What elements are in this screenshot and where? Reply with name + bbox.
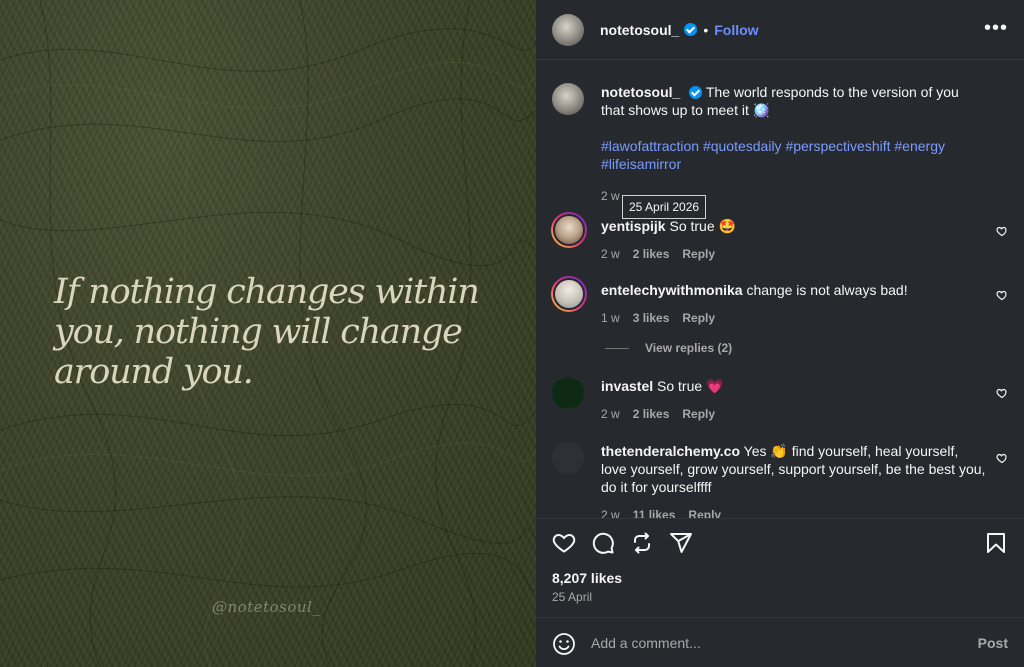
comment-text: So true 💗 [657, 378, 724, 394]
verified-badge-icon [684, 23, 698, 36]
comment-age[interactable]: 2 w [601, 508, 620, 518]
emoji-icon[interactable] [552, 632, 576, 656]
comment-likes[interactable]: 3 likes [633, 311, 670, 325]
post-comment-button[interactable]: Post [978, 635, 1008, 651]
post-date[interactable]: 25 April [552, 590, 592, 604]
comment-username[interactable]: thetenderalchemy.co [601, 443, 740, 459]
comment-likes[interactable]: 11 likes [633, 508, 676, 518]
comment-item: yentispijk So true 🤩 2 w 2 likes Reply [551, 212, 1008, 263]
caption-hashtags[interactable]: #lawofattraction #quotesdaily #perspecti… [601, 137, 986, 173]
like-comment-heart-icon[interactable] [996, 387, 1008, 399]
date-tooltip: 25 April 2026 [622, 195, 707, 219]
view-replies-button[interactable]: View replies (2) [605, 341, 732, 355]
post-header: notetosoul_ • Follow ••• [536, 0, 1024, 60]
comment-item: thetenderalchemy.co Yes 👏 find yourself,… [552, 442, 1008, 518]
comment-age[interactable]: 1 w [601, 311, 620, 325]
comment-item: invastel So true 💗 2 w 2 likes Reply [552, 377, 1008, 427]
post-image[interactable]: If nothing changes within you, nothing w… [0, 0, 536, 667]
comment-text: change is not always bad! [746, 282, 908, 298]
like-comment-heart-icon[interactable] [996, 452, 1008, 464]
comment-text: So true 🤩 [669, 218, 736, 234]
author-username[interactable]: notetosoul_ [600, 22, 679, 38]
reply-button[interactable]: Reply [682, 407, 715, 421]
commenter-avatar[interactable] [552, 442, 584, 474]
follow-button[interactable]: Follow [714, 22, 758, 38]
like-count[interactable]: 8,207 likes [552, 570, 622, 586]
action-bar [536, 518, 1024, 566]
view-replies-line [605, 347, 629, 349]
comment-username[interactable]: entelechywithmonika [601, 282, 743, 298]
watermark: @notetosoul_ [212, 598, 321, 616]
view-replies-label: View replies (2) [645, 341, 733, 355]
commenter-avatar[interactable] [551, 276, 587, 312]
reply-button[interactable]: Reply [682, 311, 715, 325]
separator-dot: • [703, 21, 709, 38]
post-modal: If nothing changes within you, nothing w… [0, 0, 1024, 667]
reply-button[interactable]: Reply [688, 508, 721, 518]
comment-bubble-icon[interactable] [591, 531, 615, 555]
comment-username[interactable]: yentispijk [601, 218, 666, 234]
share-paper-plane-icon[interactable] [669, 531, 693, 555]
comments-list[interactable]: notetosoul_ The world responds to the ve… [536, 61, 1024, 518]
verified-badge-icon [689, 86, 703, 99]
post-sidebar: notetosoul_ • Follow ••• notetosoul_ The… [536, 0, 1024, 667]
add-comment-bar: Post [536, 617, 1024, 667]
comment-age[interactable]: 2 w [601, 407, 620, 421]
quote-text: If nothing changes within you, nothing w… [54, 272, 480, 392]
commenter-avatar[interactable] [552, 377, 584, 409]
like-comment-heart-icon[interactable] [996, 225, 1008, 237]
comment-likes[interactable]: 2 likes [633, 247, 670, 261]
author-avatar[interactable] [552, 13, 584, 46]
comment-username[interactable]: invastel [601, 378, 653, 394]
comment-item: entelechywithmonika change is not always… [551, 276, 1008, 327]
like-heart-icon[interactable] [552, 531, 576, 555]
reply-button[interactable]: Reply [682, 247, 715, 261]
comment-age[interactable]: 2 w [601, 247, 620, 261]
comment-likes[interactable]: 2 likes [633, 407, 670, 421]
more-options-icon[interactable]: ••• [984, 18, 1008, 38]
repost-icon[interactable] [630, 531, 654, 555]
save-bookmark-icon[interactable] [984, 531, 1008, 555]
comment-input[interactable] [591, 633, 961, 653]
commenter-avatar[interactable] [551, 212, 587, 248]
caption: notetosoul_ The world responds to the ve… [552, 83, 1008, 203]
caption-avatar[interactable] [552, 83, 584, 115]
like-comment-heart-icon[interactable] [996, 289, 1008, 301]
caption-username[interactable]: notetosoul_ [601, 84, 680, 100]
caption-age[interactable]: 2 w [601, 189, 620, 203]
